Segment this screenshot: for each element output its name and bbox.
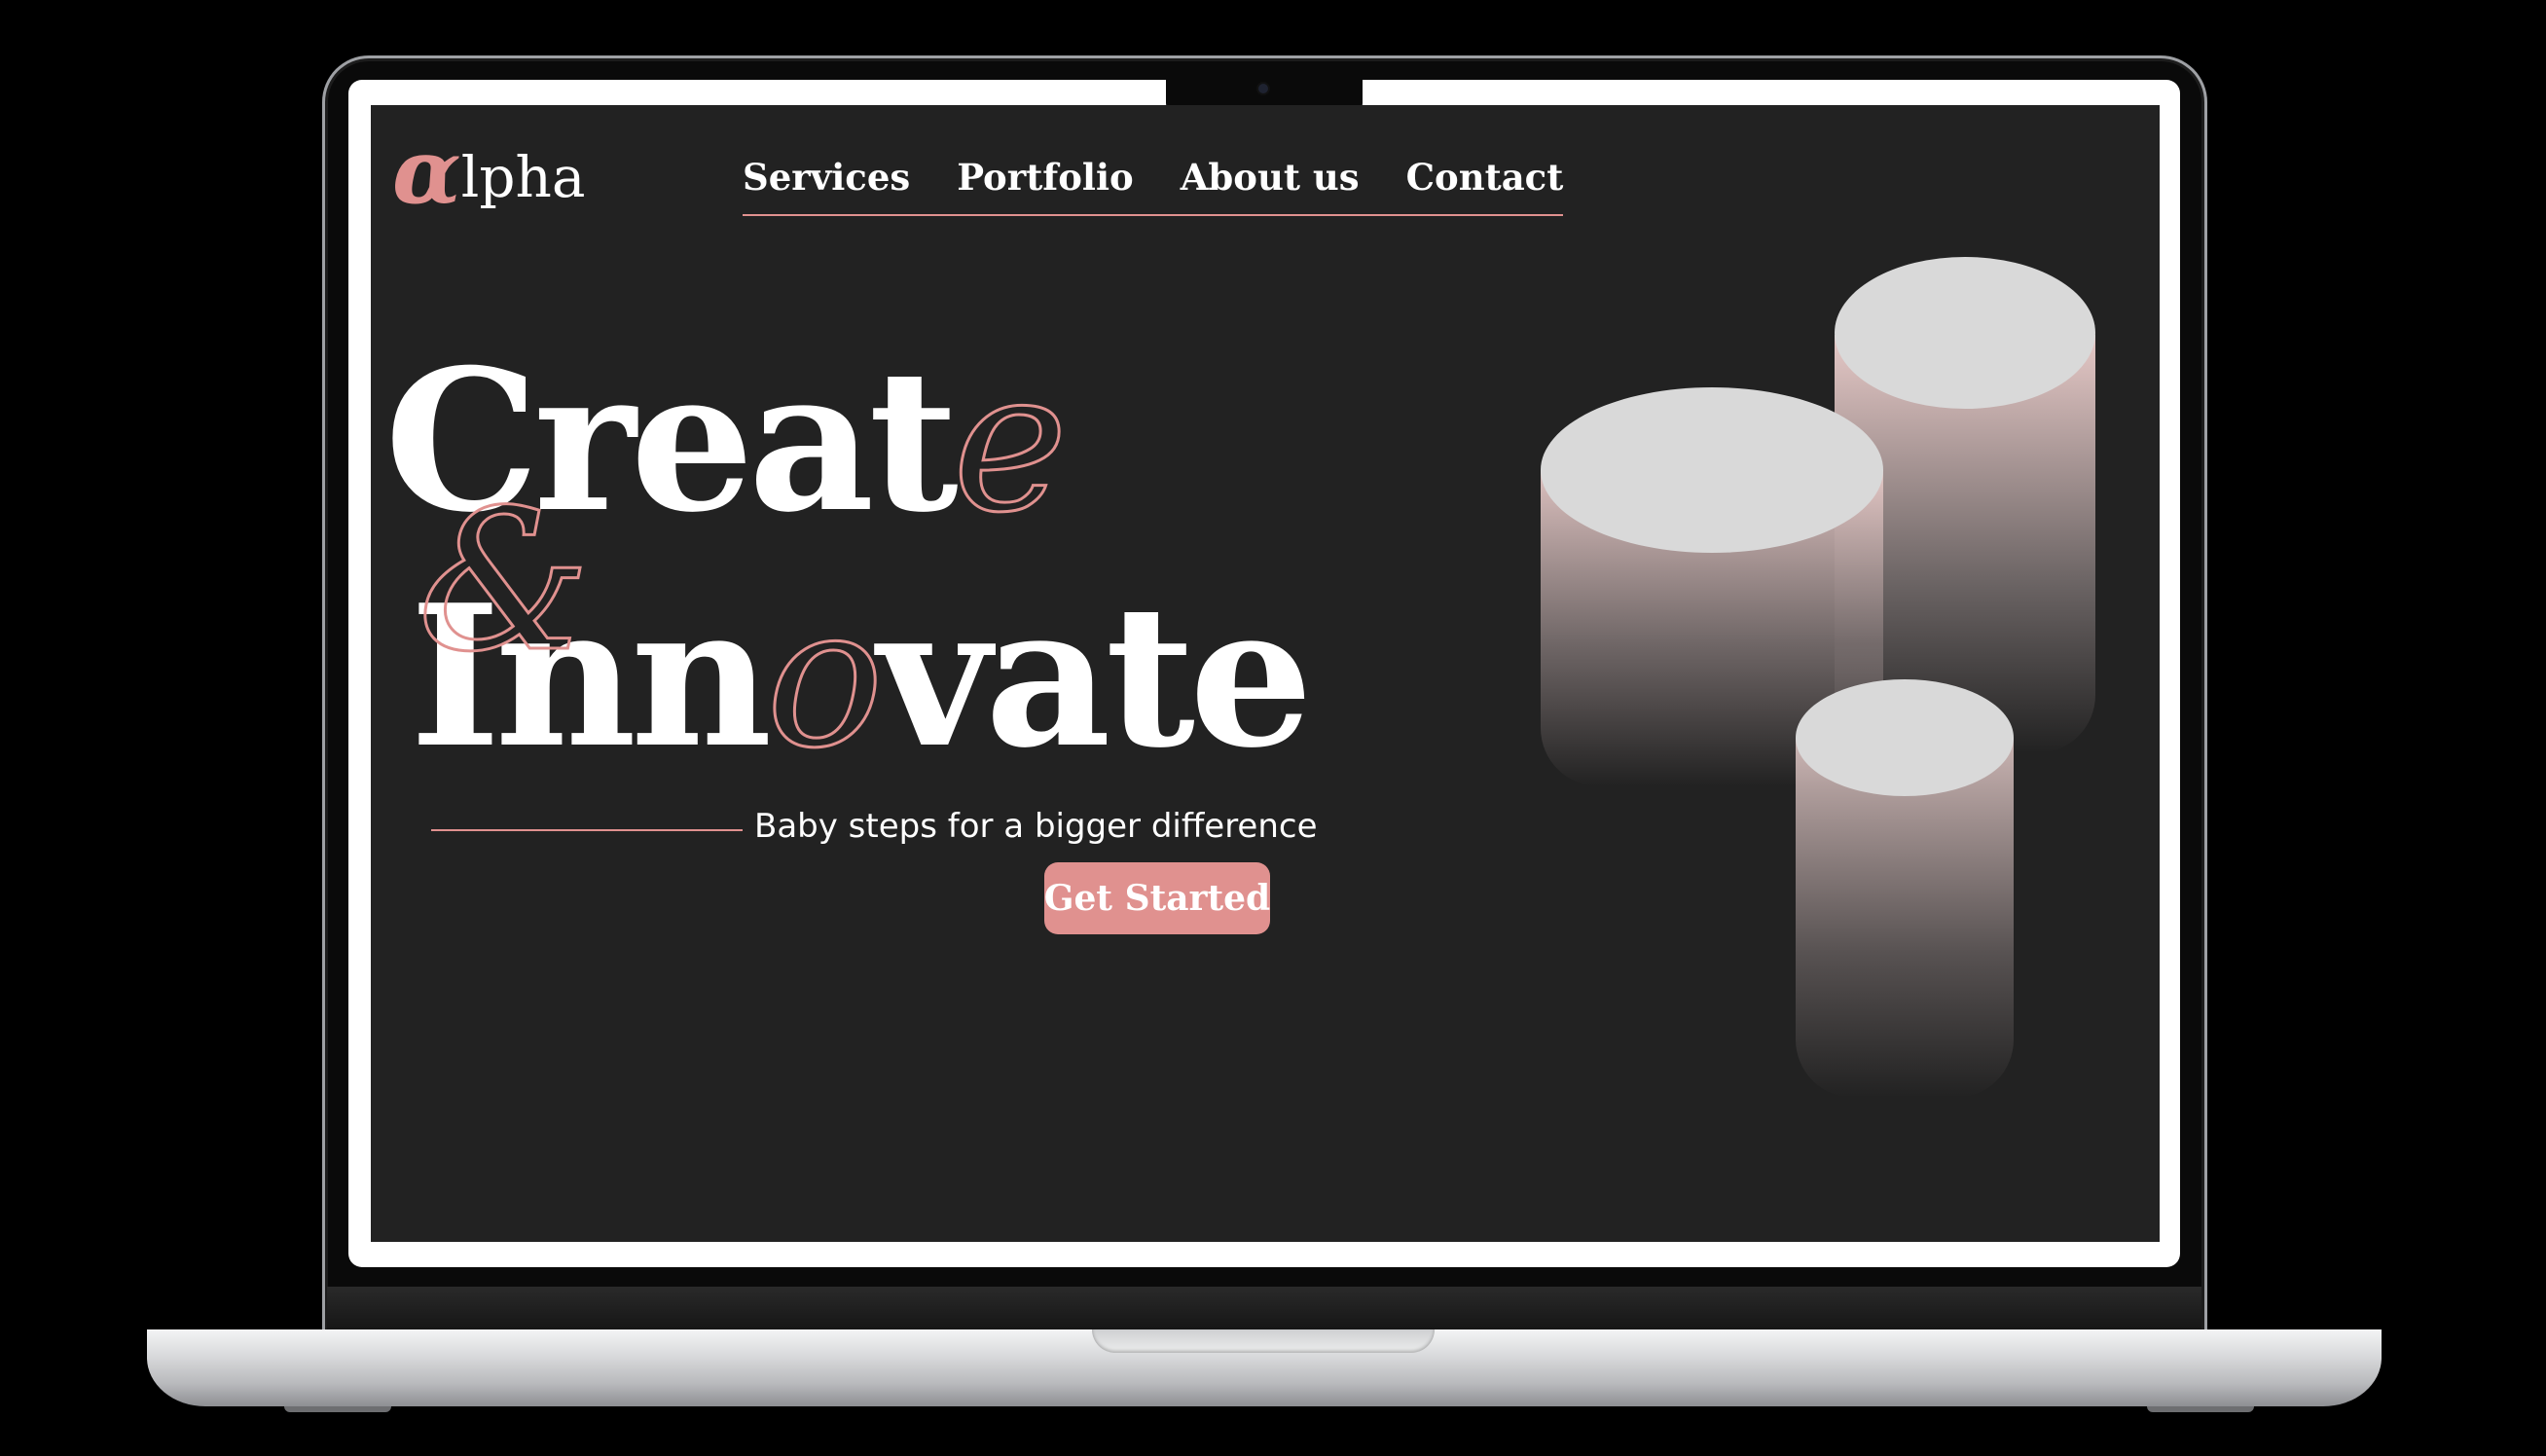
nav-link-about[interactable]: About us [1181, 156, 1360, 210]
nav-link-services[interactable]: Services [743, 156, 910, 210]
headline-innovate-end: vate [877, 563, 1313, 791]
logo-text: lpha [460, 144, 586, 210]
alpha-logo-glyph: α [392, 119, 461, 224]
laptop-opening-notch [1092, 1329, 1435, 1353]
tagline: Baby steps for a bigger difference [754, 807, 1318, 846]
headline-innovate-outline-letter: o [765, 564, 885, 791]
cylinder-small-front [1796, 679, 2014, 1098]
headline-create-outline-letter: e [951, 329, 1069, 556]
nav-link-contact[interactable]: Contact [1406, 156, 1564, 210]
tagline-divider [431, 829, 743, 831]
main-nav: Services Portfolio About us Contact [743, 156, 1564, 216]
brand-logo[interactable]: αlpha [392, 127, 585, 216]
laptop-foot-right [2147, 1406, 2254, 1412]
website-screen: αlpha Services Portfolio About us Contac… [371, 105, 2160, 1242]
get-started-button[interactable]: Get Started [1044, 862, 1270, 934]
camera-icon [1258, 84, 1268, 93]
laptop-hinge [327, 1287, 2201, 1333]
ampersand-outline: & [416, 468, 592, 695]
laptop-foot-left [284, 1406, 391, 1412]
nav-link-portfolio[interactable]: Portfolio [957, 156, 1133, 210]
